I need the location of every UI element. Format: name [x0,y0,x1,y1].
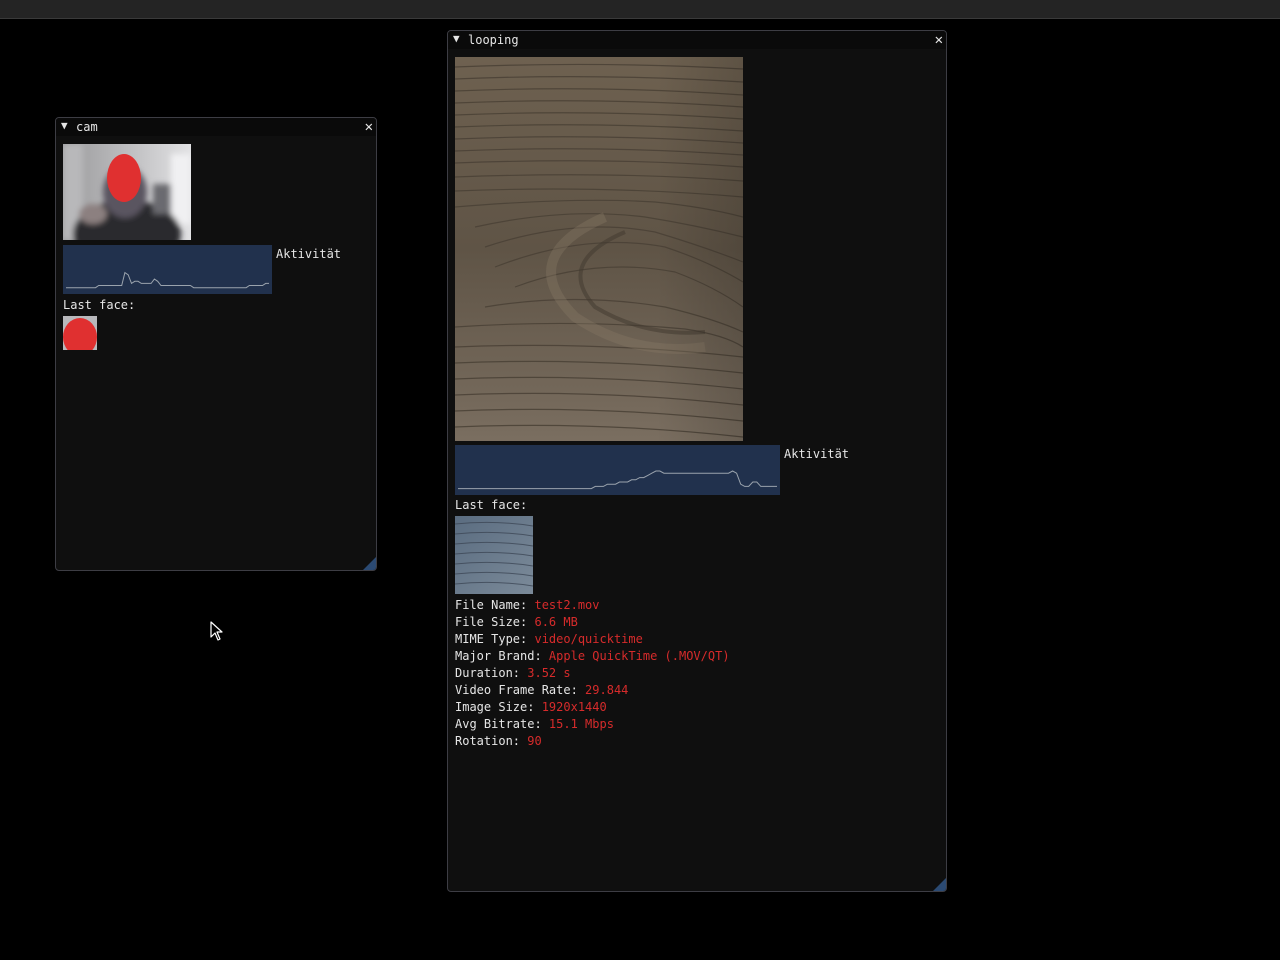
looping-window[interactable]: ▼ looping ✕ Aktivität Last face: File Na… [447,30,947,892]
looping-window-titlebar[interactable]: ▼ looping ✕ [448,31,946,49]
close-icon[interactable]: ✕ [935,31,943,49]
file-info-row: File Name: test2.mov [455,597,600,614]
camera-frame-image [63,144,191,240]
file-info-value: 15.1 Mbps [548,717,614,731]
looping-last-face-image [455,516,533,594]
cam-last-face-image [63,316,97,350]
file-info-key: Avg Bitrate: [455,717,549,731]
resize-grip-icon[interactable] [933,878,946,891]
file-info-key: Image Size: [455,700,542,714]
collapse-arrow-icon[interactable]: ▼ [453,32,460,45]
file-info-row: MIME Type: video/quicktime [455,631,643,648]
looping-activity-label: Aktivität [784,447,850,461]
cam-activity-line [66,271,269,289]
file-info-row: Image Size: 1920x1440 [455,699,607,716]
main-menu-bar [0,0,1280,19]
file-info-key: Major Brand: [455,649,549,663]
cam-activity-label: Aktivität [276,247,342,261]
file-info-value: 3.52 s [527,666,571,680]
cam-window-title: cam [76,120,98,134]
file-info-value: video/quicktime [534,632,643,646]
file-info-value: 6.6 MB [534,615,578,629]
cam-window-titlebar[interactable]: ▼ cam ✕ [56,118,376,136]
cam-last-face-label: Last face: [63,298,136,312]
file-info-key: Duration: [455,666,528,680]
file-info-key: MIME Type: [455,632,535,646]
file-info-key: Rotation: [455,734,528,748]
looping-activity-line [458,470,777,490]
file-info-value: test2.mov [534,598,600,612]
cam-window[interactable]: ▼ cam ✕ Aktivität Last face: [55,117,377,571]
file-info-row: Avg Bitrate: 15.1 Mbps [455,716,614,733]
file-info-row: Rotation: 90 [455,733,542,750]
file-info-key: File Size: [455,615,535,629]
file-info-row: Major Brand: Apple QuickTime (.MOV/QT) [455,648,730,665]
file-info-value: 1920x1440 [541,700,607,714]
video-frame-image [455,57,743,441]
close-icon[interactable]: ✕ [365,118,373,136]
looping-last-face-label: Last face: [455,498,528,512]
file-info-value: 29.844 [585,683,629,697]
file-info-row: File Size: 6.6 MB [455,614,578,631]
cam-activity-plot [63,245,272,294]
collapse-arrow-icon[interactable]: ▼ [61,119,68,132]
looping-activity-plot [455,445,780,495]
file-info-value: Apple QuickTime (.MOV/QT) [548,649,730,663]
mouse-cursor-icon [210,621,223,641]
file-info-value: 90 [527,734,542,748]
file-info-key: File Name: [455,598,535,612]
file-info-key: Video Frame Rate: [455,683,586,697]
file-info-row: Video Frame Rate: 29.844 [455,682,628,699]
resize-grip-icon[interactable] [363,557,376,570]
looping-window-title: looping [468,33,519,47]
file-info-row: Duration: 3.52 s [455,665,571,682]
